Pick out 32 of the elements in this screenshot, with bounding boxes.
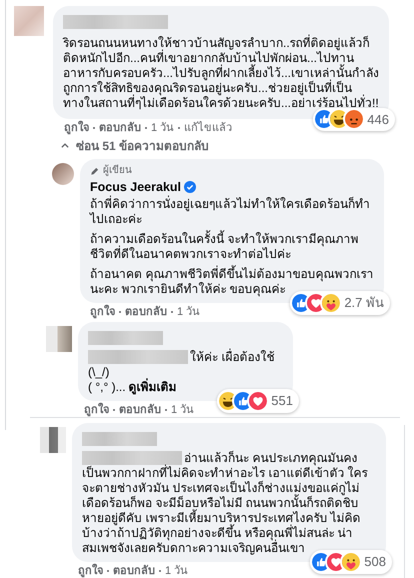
action-link[interactable]: ตอบกลับ	[125, 304, 167, 319]
author-label: ผู้เขียน	[90, 163, 132, 178]
action-link[interactable]: ตอบกลับ	[119, 402, 161, 417]
action-link[interactable]: ถูกใจ	[84, 402, 109, 417]
pencil-icon	[90, 166, 100, 176]
blurred-avatar	[14, 6, 44, 36]
reaction-summary[interactable]: 446	[313, 108, 395, 131]
action-link[interactable]: ตอบกลับ	[99, 121, 141, 135]
see-more-link[interactable]: ดูเพิ่มเติม	[128, 380, 177, 395]
blurred-avatar	[46, 326, 72, 352]
edited-label: แก้ไขแล้ว	[184, 121, 232, 135]
reaction-summary[interactable]: 551	[217, 389, 299, 413]
timestamp: 1 วัน	[177, 304, 200, 319]
avatar[interactable]	[52, 163, 74, 185]
timestamp: 1 วัน	[165, 564, 188, 578]
blurred-avatar	[40, 426, 66, 453]
reply-text: ให้ค่ะ เผื่อต้องใช้	[190, 350, 274, 365]
reply-text: ถ้าพี่คิดว่าการนั่งอยู่เฉยๆแล้วไม่ทำให้ใครเดือดร้อนก็ทำไปเถอะค่ะ	[90, 196, 371, 227]
timestamp: 1 วัน	[171, 402, 194, 417]
reply-text: อ่านแล้วก็นะ คนประเภทคุณมันคง	[184, 450, 358, 466]
action-link[interactable]: ตอบกลับ	[113, 564, 155, 578]
reply-text: ( °,° )...	[88, 380, 126, 395]
action-link[interactable]: ถูกใจ	[64, 121, 89, 135]
action-link[interactable]: ถูกใจ	[90, 304, 115, 319]
reaction-summary[interactable]: 2.7 พัน	[290, 291, 390, 315]
hide-replies-link[interactable]: ซ่อน 51 ข้อความตอบกลับ	[60, 137, 394, 155]
author-name[interactable]: Focus Jeerakul	[90, 178, 182, 197]
reply-text: ถ้าความเดือดร้อนในครั้งนี้ จะทำให้พวกเรามีคุณภาพชีวิตที่ดีในอนาคตพวกเราจะทำต่อไปค่ะ	[90, 232, 360, 262]
timestamp: 1 วัน	[151, 121, 174, 135]
reply-text: (\_/)	[88, 364, 110, 380]
action-link[interactable]: ถูกใจ	[78, 564, 103, 578]
reaction-summary[interactable]: 508	[310, 550, 392, 574]
